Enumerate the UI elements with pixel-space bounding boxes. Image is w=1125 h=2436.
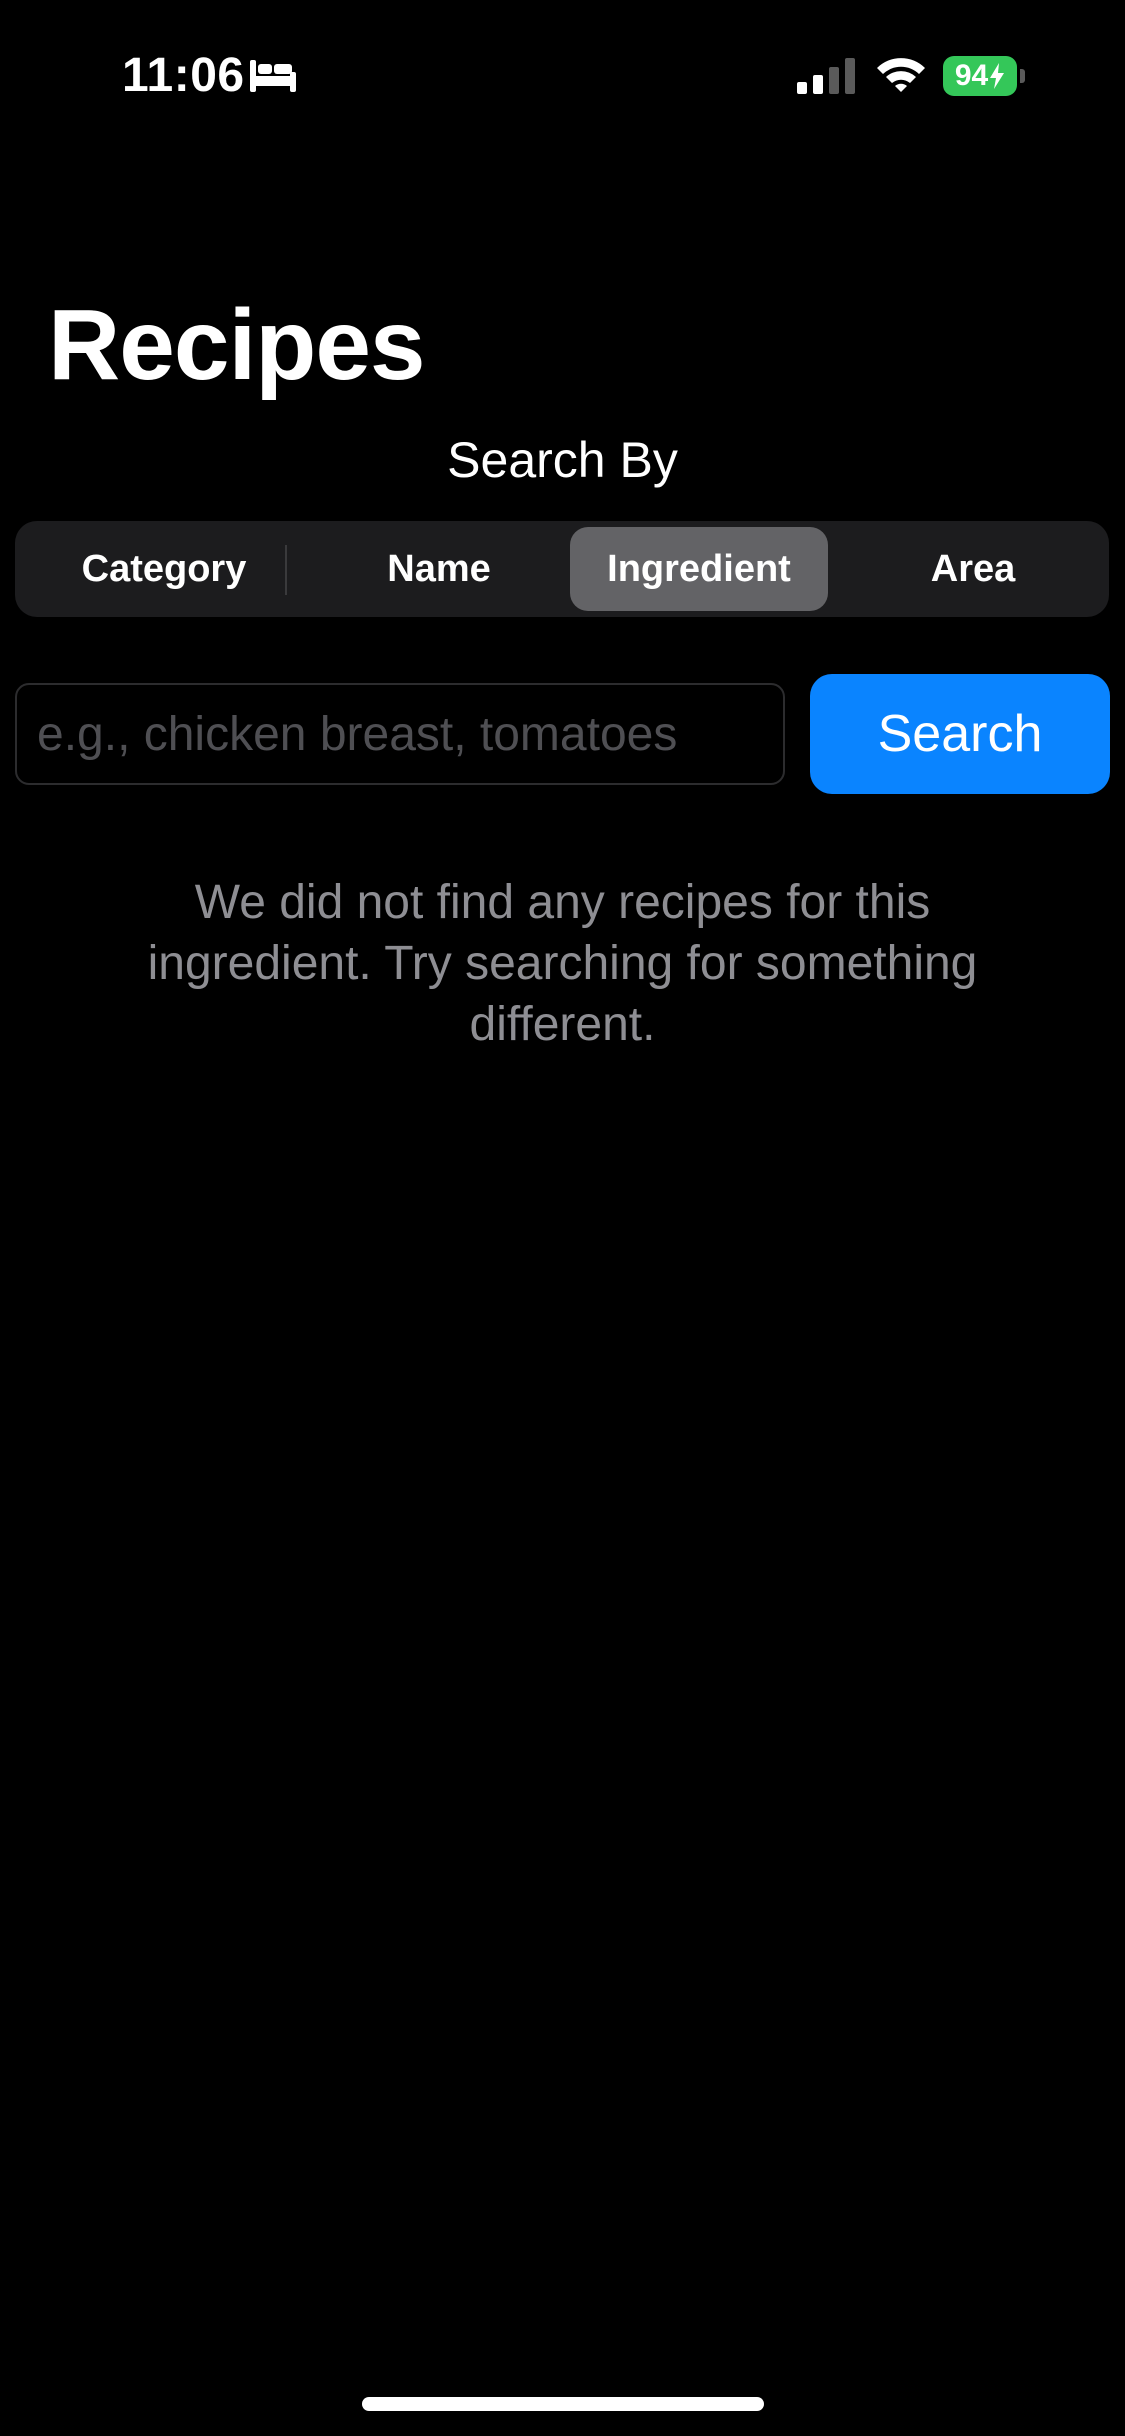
bed-icon (250, 60, 296, 92)
search-by-segmented-control: Category Name Ingredient Area (15, 521, 1109, 617)
battery-level: 94 (943, 56, 1017, 96)
wifi-icon (877, 58, 925, 92)
battery-percentage: 94 (954, 59, 989, 92)
no-results-message: We did not find any recipes for this ing… (147, 876, 978, 1051)
charging-bolt-icon (990, 63, 1005, 89)
segment-name[interactable]: Name (310, 527, 568, 611)
page-title: Recipes (48, 289, 426, 401)
battery-cap (1020, 69, 1025, 83)
cellular-signal-icon (797, 58, 855, 94)
segment-divider (285, 545, 287, 595)
segment-area[interactable]: Area (844, 527, 1102, 611)
battery-icon: 94 (943, 56, 1025, 96)
search-by-label: Search By (447, 432, 678, 488)
status-time: 11:06 (122, 49, 245, 102)
status-bar: 11:06 94 (0, 0, 1125, 150)
ingredient-search-input[interactable] (15, 683, 785, 785)
search-button[interactable]: Search (810, 674, 1110, 794)
home-indicator[interactable] (362, 2397, 764, 2411)
segment-ingredient[interactable]: Ingredient (570, 527, 828, 611)
segment-category[interactable]: Category (35, 527, 293, 611)
